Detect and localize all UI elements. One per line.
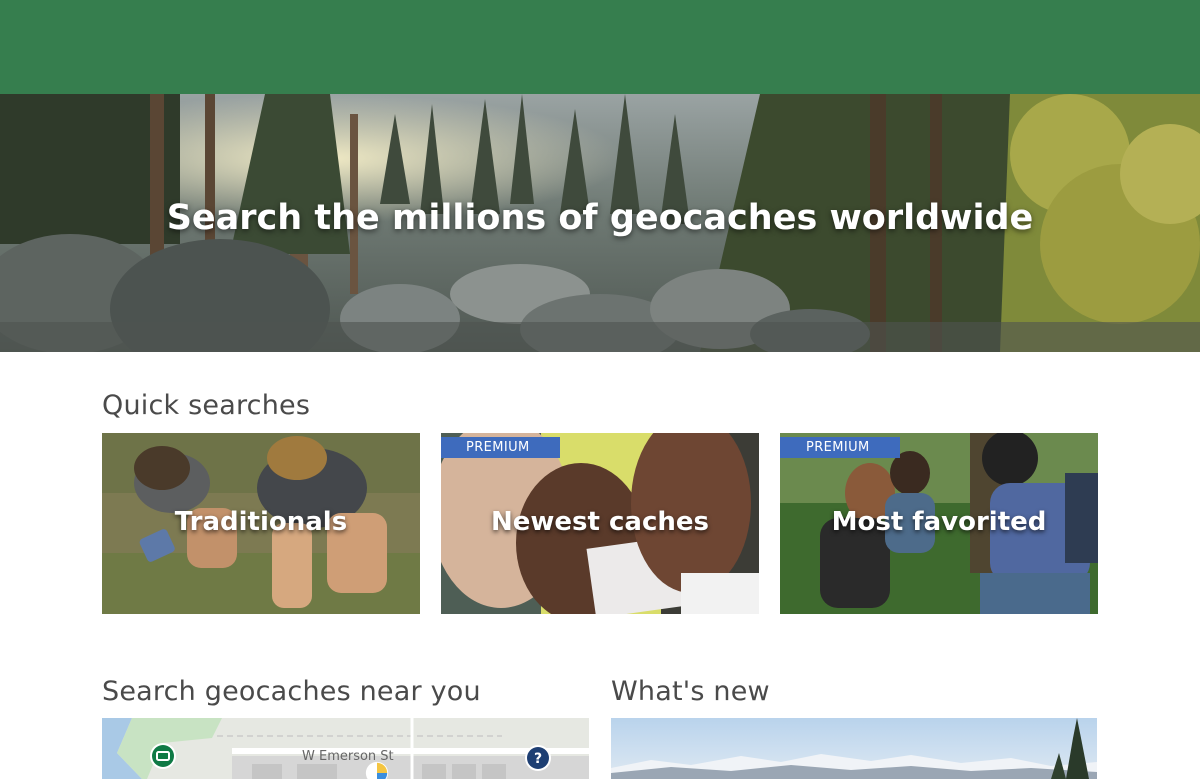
card-label: Most favorited (831, 507, 1047, 537)
multi-cache-icon[interactable] (364, 760, 390, 779)
quick-searches-heading: Quick searches (102, 390, 311, 421)
traditional-cache-icon[interactable] (149, 742, 177, 770)
quick-search-card-most-favorited[interactable]: PREMIUM Most favorited (780, 433, 1098, 614)
geocache-map[interactable]: W Emerson St ? (102, 718, 589, 779)
whats-new-image[interactable] (611, 718, 1097, 779)
snowy-mountains-image (611, 718, 1097, 779)
card-label: Newest caches (491, 507, 709, 537)
unknown-cache-icon[interactable]: ? (524, 744, 552, 772)
hero-banner: Search the millions of geocaches worldwi… (0, 94, 1200, 352)
svg-text:?: ? (534, 751, 542, 767)
quick-search-card-newest-caches[interactable]: PREMIUM Newest caches (441, 433, 759, 614)
premium-badge: PREMIUM (441, 437, 560, 458)
quick-search-card-traditionals[interactable]: Traditionals (102, 433, 420, 614)
site-header (0, 0, 1200, 94)
hero-title: Search the millions of geocaches worldwi… (166, 198, 1034, 238)
near-you-heading: Search geocaches near you (102, 676, 481, 707)
whats-new-heading: What's new (611, 676, 770, 707)
card-label: Traditionals (174, 507, 348, 537)
premium-badge: PREMIUM (780, 437, 900, 458)
